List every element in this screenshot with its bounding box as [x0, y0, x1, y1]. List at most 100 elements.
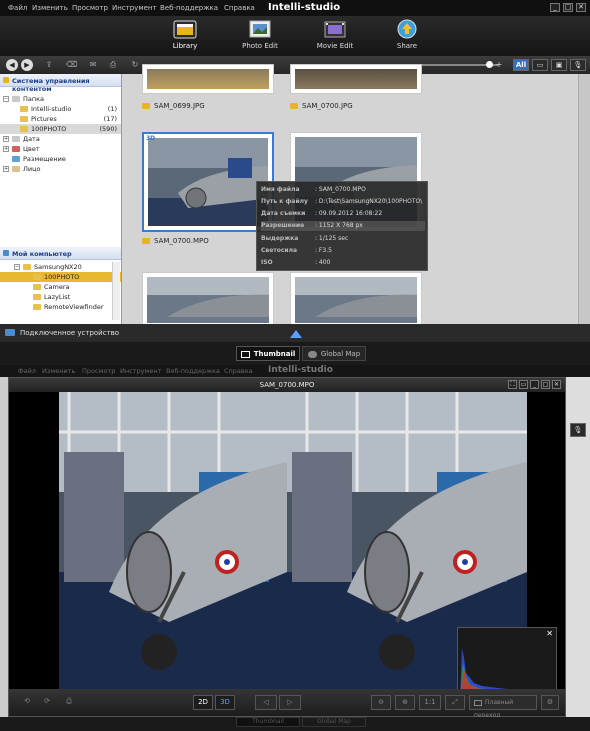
trash-icon[interactable]: ⌫: [66, 60, 77, 70]
calendar-icon: [12, 136, 20, 142]
library-tab[interactable]: Library: [153, 18, 217, 56]
tree-label: Размещение: [23, 155, 66, 163]
tree-item-color[interactable]: + Цвет: [0, 144, 121, 154]
thumbnail-item[interactable]: [290, 272, 422, 328]
rotate-right-icon[interactable]: ⟳: [39, 695, 55, 710]
share-label: Share: [396, 42, 418, 50]
minimize-button[interactable]: _: [550, 3, 560, 12]
thumbnail-item[interactable]: [142, 272, 274, 328]
menu-web-support[interactable]: Веб-поддержка: [160, 4, 218, 12]
view-videos-button[interactable]: ▣: [551, 59, 567, 71]
view-photos-button[interactable]: ▭: [532, 59, 548, 71]
menu-help[interactable]: Справка: [224, 4, 255, 12]
tree-item-remoteviewfinder[interactable]: RemoteViewfinder: [0, 302, 121, 312]
zoom-slider-handle[interactable]: [486, 61, 493, 68]
maximize-button[interactable]: □: [563, 3, 573, 12]
menu-view[interactable]: Просмотр: [72, 4, 108, 12]
refresh-icon[interactable]: ↻: [130, 60, 140, 70]
menu-tools[interactable]: Инструмент: [112, 4, 157, 12]
tab-thumbnail[interactable]: Thumbnail: [236, 346, 300, 361]
tree-label: 100PHOTO: [44, 273, 80, 281]
background-tab-bar: Thumbnail Global Map: [0, 717, 590, 731]
tree-label: Цвет: [23, 145, 40, 153]
print-icon[interactable]: ⎙: [108, 60, 118, 70]
expand-icon[interactable]: +: [3, 146, 9, 152]
mail-icon[interactable]: ✉: [88, 60, 98, 70]
thumbnail-sam-0699[interactable]: [142, 64, 274, 94]
background-app-title: Intelli-studio: [268, 365, 333, 375]
tree-item-date[interactable]: + Дата: [0, 134, 121, 144]
maximize-button[interactable]: □: [541, 380, 550, 389]
tree-item-100photo-device[interactable]: 100PHOTO: [0, 272, 121, 282]
share-tab[interactable]: Share: [375, 18, 439, 56]
image-file-icon: [290, 103, 298, 109]
actual-size-button[interactable]: 1:1: [419, 695, 441, 710]
fit-screen-icon[interactable]: ⤢: [445, 695, 465, 710]
slideshow-button[interactable]: Плавный переход: [469, 695, 537, 719]
tree-item-pictures[interactable]: Pictures (17): [0, 114, 121, 124]
my-computer-header: Мой компьютер: [0, 247, 121, 260]
tree-item-location[interactable]: Размещение: [0, 154, 121, 164]
sidebar-scrollbar[interactable]: [112, 262, 120, 320]
movie-edit-tab[interactable]: Movie Edit: [303, 18, 367, 56]
menu-view: Просмотр: [82, 367, 116, 375]
back-button[interactable]: ◀: [6, 59, 18, 71]
view-audio-button[interactable]: 🎙: [570, 59, 586, 71]
zoom-out-icon[interactable]: ⊖: [371, 695, 391, 710]
tree-item-folder[interactable]: − Папка: [0, 94, 121, 104]
previous-image-button[interactable]: ◁: [255, 695, 277, 710]
image-viewer-window: SAM_0700.MPO ⛶ ▭ _ □ ✕ ✕ ⟲ ⟳ ⎙ 2D 3D ◁ ▷…: [8, 377, 566, 719]
menu-edit[interactable]: Изменить: [32, 4, 68, 12]
next-image-button[interactable]: ▷: [279, 695, 301, 710]
collapse-icon[interactable]: −: [14, 264, 20, 270]
tree-item-intelli-studio[interactable]: Intelli-studio (1): [0, 104, 121, 114]
filename-text: SAM_0699.JPG: [154, 102, 205, 110]
forward-button[interactable]: ▶: [21, 59, 33, 71]
tree-label: Папка: [23, 95, 45, 103]
tree-item-face[interactable]: + Лицо: [0, 164, 121, 174]
rotate-left-icon[interactable]: ⟲: [19, 695, 35, 710]
close-button[interactable]: ✕: [576, 3, 586, 12]
thumbnail-image: [147, 69, 269, 89]
tooltip-row-resolution: Разрешение: 1152 X 768 px: [261, 221, 425, 231]
tooltip-key: Светосила: [261, 247, 298, 254]
minimize-button[interactable]: _: [530, 380, 539, 389]
zoom-in-icon[interactable]: +: [494, 60, 504, 70]
thumbnail-image: [295, 69, 417, 89]
viewer-window-controls: ⛶ ▭ _ □ ✕: [508, 380, 561, 389]
mode-3d-button[interactable]: 3D: [215, 695, 235, 710]
photo-edit-tab[interactable]: Photo Edit: [228, 18, 292, 56]
print-icon[interactable]: ⎙: [61, 695, 77, 710]
tree-label: RemoteViewfinder: [44, 303, 104, 311]
thumbnail-filename: SAM_0699.JPG: [142, 102, 205, 110]
mode-2d-button[interactable]: 2D: [193, 695, 213, 710]
histogram-close-icon[interactable]: ✕: [546, 629, 553, 638]
expand-icon[interactable]: +: [3, 166, 9, 172]
folder-icon: [20, 116, 28, 122]
folder-icon: [33, 284, 41, 290]
settings-gear-icon[interactable]: ⚙: [541, 695, 559, 710]
tree-item-lazylist[interactable]: LazyList: [0, 292, 121, 302]
thumbnail-sam-0700-jpg[interactable]: [290, 64, 422, 94]
zoom-in-icon[interactable]: ⊕: [395, 695, 415, 710]
expand-icon[interactable]: +: [3, 136, 9, 142]
expand-panel-arrow-icon[interactable]: [290, 330, 302, 338]
my-computer-label: Мой компьютер: [12, 250, 72, 258]
fullscreen-button[interactable]: ⛶: [508, 380, 517, 389]
tree-item-camera[interactable]: Camera: [0, 282, 121, 292]
view-all-button[interactable]: All: [513, 59, 529, 71]
collapse-icon[interactable]: −: [3, 96, 9, 102]
menu-file: Файл: [18, 367, 36, 375]
export-icon[interactable]: ⇪: [44, 60, 54, 70]
thumbnail-sam-0700-mpo[interactable]: 3D: [142, 132, 274, 232]
tree-item-samsungnx20[interactable]: − SamsungNX20: [0, 262, 121, 272]
grid-scrollbar[interactable]: [578, 74, 590, 324]
tab-global-map[interactable]: Global Map: [302, 346, 366, 361]
tooltip-key: ISO: [261, 259, 273, 266]
menu-file[interactable]: Файл: [8, 4, 27, 12]
tree-item-100photo[interactable]: 100PHOTO (590): [0, 124, 121, 134]
background-tab-thumbnail: Thumbnail: [236, 717, 300, 727]
restore-button[interactable]: ▭: [519, 380, 528, 389]
close-button[interactable]: ✕: [552, 380, 561, 389]
folder-icon: [33, 294, 41, 300]
